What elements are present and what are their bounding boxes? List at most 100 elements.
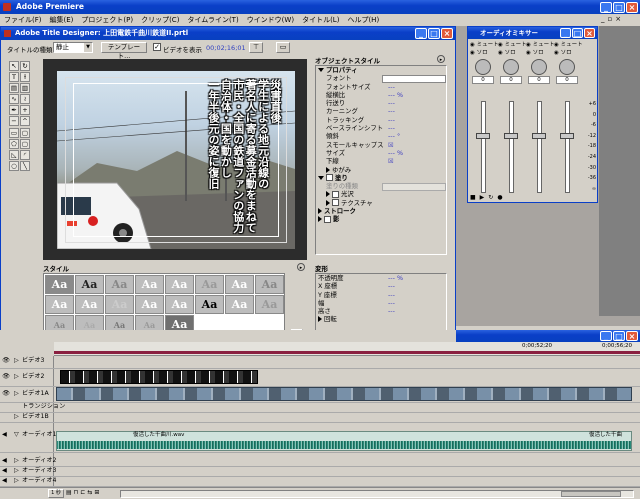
styles-menu-icon[interactable]: ▸: [297, 263, 305, 271]
expand-icon[interactable]: ▷: [14, 456, 19, 466]
loop-icon[interactable]: ↻: [488, 194, 497, 201]
minimize-icon[interactable]: _: [600, 2, 612, 13]
properties-group[interactable]: プロパティ: [318, 66, 446, 74]
expand-icon[interactable]: ▷: [14, 412, 19, 422]
property-row[interactable]: カーニング ---: [318, 107, 446, 115]
maximize-icon[interactable]: □: [613, 2, 625, 13]
style-swatch[interactable]: Aa: [135, 275, 164, 294]
rounded-corner-tool-icon[interactable]: ▢: [20, 139, 30, 149]
rounded-rectangle-tool-icon[interactable]: ▢: [20, 128, 30, 138]
mute-button[interactable]: ◉ ミュート: [470, 41, 499, 49]
style-swatch[interactable]: Aa: [195, 275, 224, 294]
distort-row[interactable]: ゆがみ: [318, 166, 446, 174]
mute-button[interactable]: ◉ ミュート: [498, 41, 527, 49]
line-tool-icon[interactable]: ╲: [20, 161, 30, 171]
stop-icon[interactable]: ■: [470, 194, 480, 201]
transform-row[interactable]: Y 座標 ---: [318, 291, 446, 299]
rotate-tool-icon[interactable]: ↻: [20, 61, 30, 71]
style-swatch[interactable]: Aa: [255, 295, 284, 314]
ellipse-tool-icon[interactable]: ○: [9, 161, 19, 171]
track-options-icon[interactable]: ▤: [66, 489, 74, 496]
transform-row[interactable]: X 座標 ---: [318, 282, 446, 290]
play-icon[interactable]: ▶: [480, 194, 489, 201]
style-swatch[interactable]: Aa: [195, 295, 224, 314]
audio-mixer-minimize-icon[interactable]: _: [560, 28, 571, 38]
title-clip[interactable]: [60, 370, 258, 384]
pin-button[interactable]: ⊤: [249, 42, 263, 53]
expand-icon[interactable]: ▷: [14, 476, 19, 486]
transform-row[interactable]: 高さ ---: [318, 307, 446, 315]
speaker-icon[interactable]: ◀: [2, 430, 7, 440]
style-swatch[interactable]: Aa: [255, 275, 284, 294]
expand-icon[interactable]: ▷: [14, 372, 19, 382]
style-swatch[interactable]: Aa: [165, 295, 194, 314]
title-drawing-area[interactable]: 災害直後 学生による地元沿線の 著名人に寄る募金活動をまねて 市民・全国の鉄道フ…: [43, 59, 307, 260]
property-row[interactable]: 傾斜 --- °: [318, 132, 446, 140]
solo-button[interactable]: ◉ ソロ: [526, 49, 552, 57]
pan-knob[interactable]: [503, 59, 519, 75]
solo-button[interactable]: ◉ ソロ: [554, 49, 580, 57]
transform-row[interactable]: 不透明度 --- %: [318, 274, 446, 282]
add-anchor-tool-icon[interactable]: +: [20, 105, 30, 115]
rotation-row[interactable]: 回転: [318, 315, 446, 323]
title-designer-close-icon[interactable]: ×: [441, 28, 453, 39]
solo-button[interactable]: ◉ ソロ: [498, 49, 524, 57]
transform-row[interactable]: 幅 ---: [318, 299, 446, 307]
eye-icon[interactable]: 👁: [2, 372, 10, 382]
selection-tool-icon[interactable]: ↖: [9, 61, 19, 71]
property-row[interactable]: 下線 ☒: [318, 157, 446, 165]
title-designer-maximize-icon[interactable]: □: [428, 28, 440, 39]
vertical-path-type-tool-icon[interactable]: ≀: [20, 94, 30, 104]
arc-tool-icon[interactable]: ◜: [20, 150, 30, 160]
style-swatch[interactable]: Aa: [45, 275, 74, 294]
video-clip[interactable]: [56, 387, 632, 401]
vertical-type-tool-icon[interactable]: ƚ: [20, 72, 30, 82]
speaker-icon[interactable]: ◀: [2, 456, 7, 466]
template-button[interactable]: テンプレート...: [101, 42, 147, 60]
area-type-tool-icon[interactable]: ▤: [9, 83, 19, 93]
fill-checkbox[interactable]: [326, 174, 333, 182]
texture-checkbox[interactable]: [332, 199, 339, 207]
property-row[interactable]: スモールキャップス ☒: [318, 141, 446, 149]
show-video-checkbox[interactable]: ✓: [153, 43, 161, 51]
shadow-checkbox[interactable]: [324, 215, 331, 223]
expand-icon[interactable]: ▷: [14, 356, 19, 366]
style-swatch[interactable]: Aa: [165, 275, 194, 294]
fill-group[interactable]: 塗り: [318, 174, 446, 182]
menu-title[interactable]: タイトル(L): [298, 14, 343, 26]
volume-fader-handle[interactable]: [532, 133, 546, 139]
style-swatch[interactable]: Aa: [45, 295, 74, 314]
wedge-tool-icon[interactable]: ◺: [9, 150, 19, 160]
menu-window[interactable]: ウインドウ(W): [243, 14, 298, 26]
volume-fader-handle[interactable]: [476, 133, 490, 139]
doc-close-icon[interactable]: ×: [615, 15, 624, 23]
texture-row[interactable]: テクスチャ: [318, 199, 446, 207]
timeline-close-icon[interactable]: ×: [626, 331, 638, 341]
mute-button[interactable]: ◉ ミュート: [554, 41, 583, 49]
menu-timeline[interactable]: タイムライン(T): [183, 14, 242, 26]
property-row[interactable]: トラッキング ---: [318, 116, 446, 124]
object-style-menu-icon[interactable]: ▸: [437, 55, 445, 63]
audio-mixer-maximize-icon[interactable]: □: [572, 28, 583, 38]
pan-knob[interactable]: [531, 59, 547, 75]
timecode[interactable]: 00;02;16;01: [206, 44, 246, 52]
clipped-corner-tool-icon[interactable]: ⬠: [9, 139, 19, 149]
pen-tool-icon[interactable]: ✒: [9, 105, 19, 115]
record-icon[interactable]: ●: [497, 194, 506, 201]
property-row[interactable]: 縦横比 --- %: [318, 91, 446, 99]
solo-button[interactable]: ◉ ソロ: [470, 49, 496, 57]
title-type-select[interactable]: 静止 ▼: [53, 42, 93, 53]
timeline-ruler[interactable]: 0;00;52;20 0;00;56;20: [54, 342, 640, 356]
style-swatch[interactable]: Aa: [225, 295, 254, 314]
menu-edit[interactable]: 編集(E): [46, 14, 78, 26]
sync-mode-icon[interactable]: ⊞: [94, 489, 101, 496]
type-tool-icon[interactable]: T: [9, 72, 19, 82]
work-area-bar[interactable]: [54, 351, 640, 354]
pan-knob[interactable]: [559, 59, 575, 75]
close-icon[interactable]: ×: [626, 2, 638, 13]
zoom-level-select[interactable]: 1 秒: [48, 489, 64, 498]
frame-button[interactable]: ▭: [276, 42, 290, 53]
shadow-group[interactable]: 影: [318, 215, 446, 223]
style-swatch[interactable]: Aa: [75, 295, 104, 314]
timeline-minimize-icon[interactable]: _: [600, 331, 612, 341]
